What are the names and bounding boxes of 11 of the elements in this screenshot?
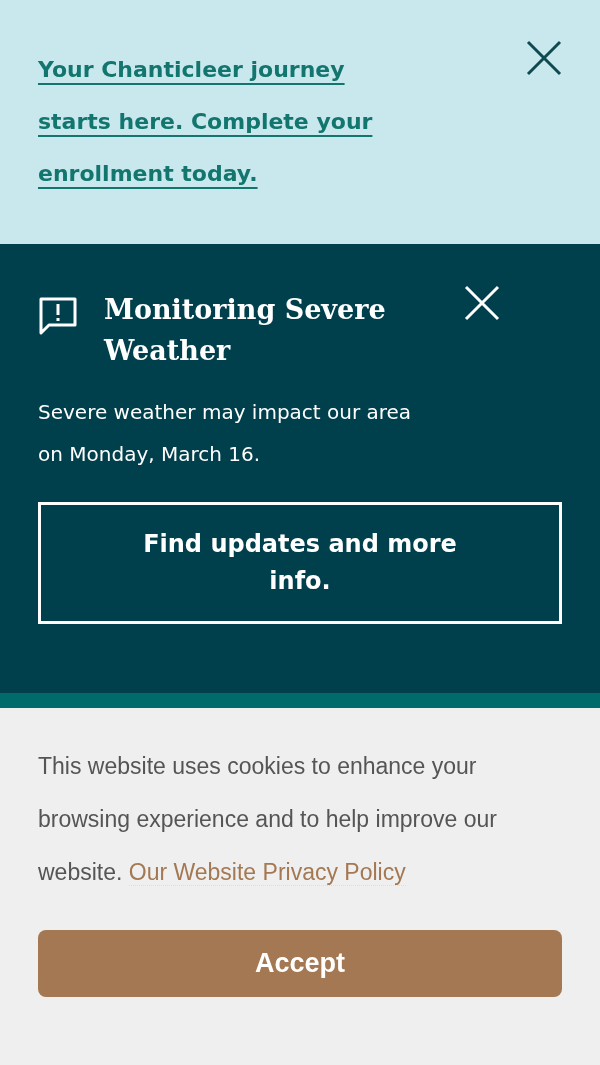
close-icon bbox=[526, 40, 562, 76]
enrollment-link[interactable]: Your Chanticleer journey starts here. Complete your enrollment today. bbox=[38, 44, 408, 200]
close-icon bbox=[464, 285, 500, 321]
accept-button[interactable]: Accept bbox=[38, 930, 562, 997]
cookie-message: This website uses cookies to enhance your browsing experience and to help improve our website. Our Website Privacy Policy bbox=[38, 752, 498, 888]
updates-button[interactable]: Find updates and more info. bbox=[38, 502, 562, 624]
privacy-policy-link[interactable]: Our Website Privacy Policy bbox=[128, 859, 406, 886]
close-button[interactable] bbox=[526, 40, 562, 76]
alert-message-icon bbox=[38, 296, 78, 336]
alert-message: Severe weather may impact our area on Monday, March 16. bbox=[38, 399, 413, 468]
alert-title: Monitoring Severe Weather bbox=[104, 293, 387, 368]
